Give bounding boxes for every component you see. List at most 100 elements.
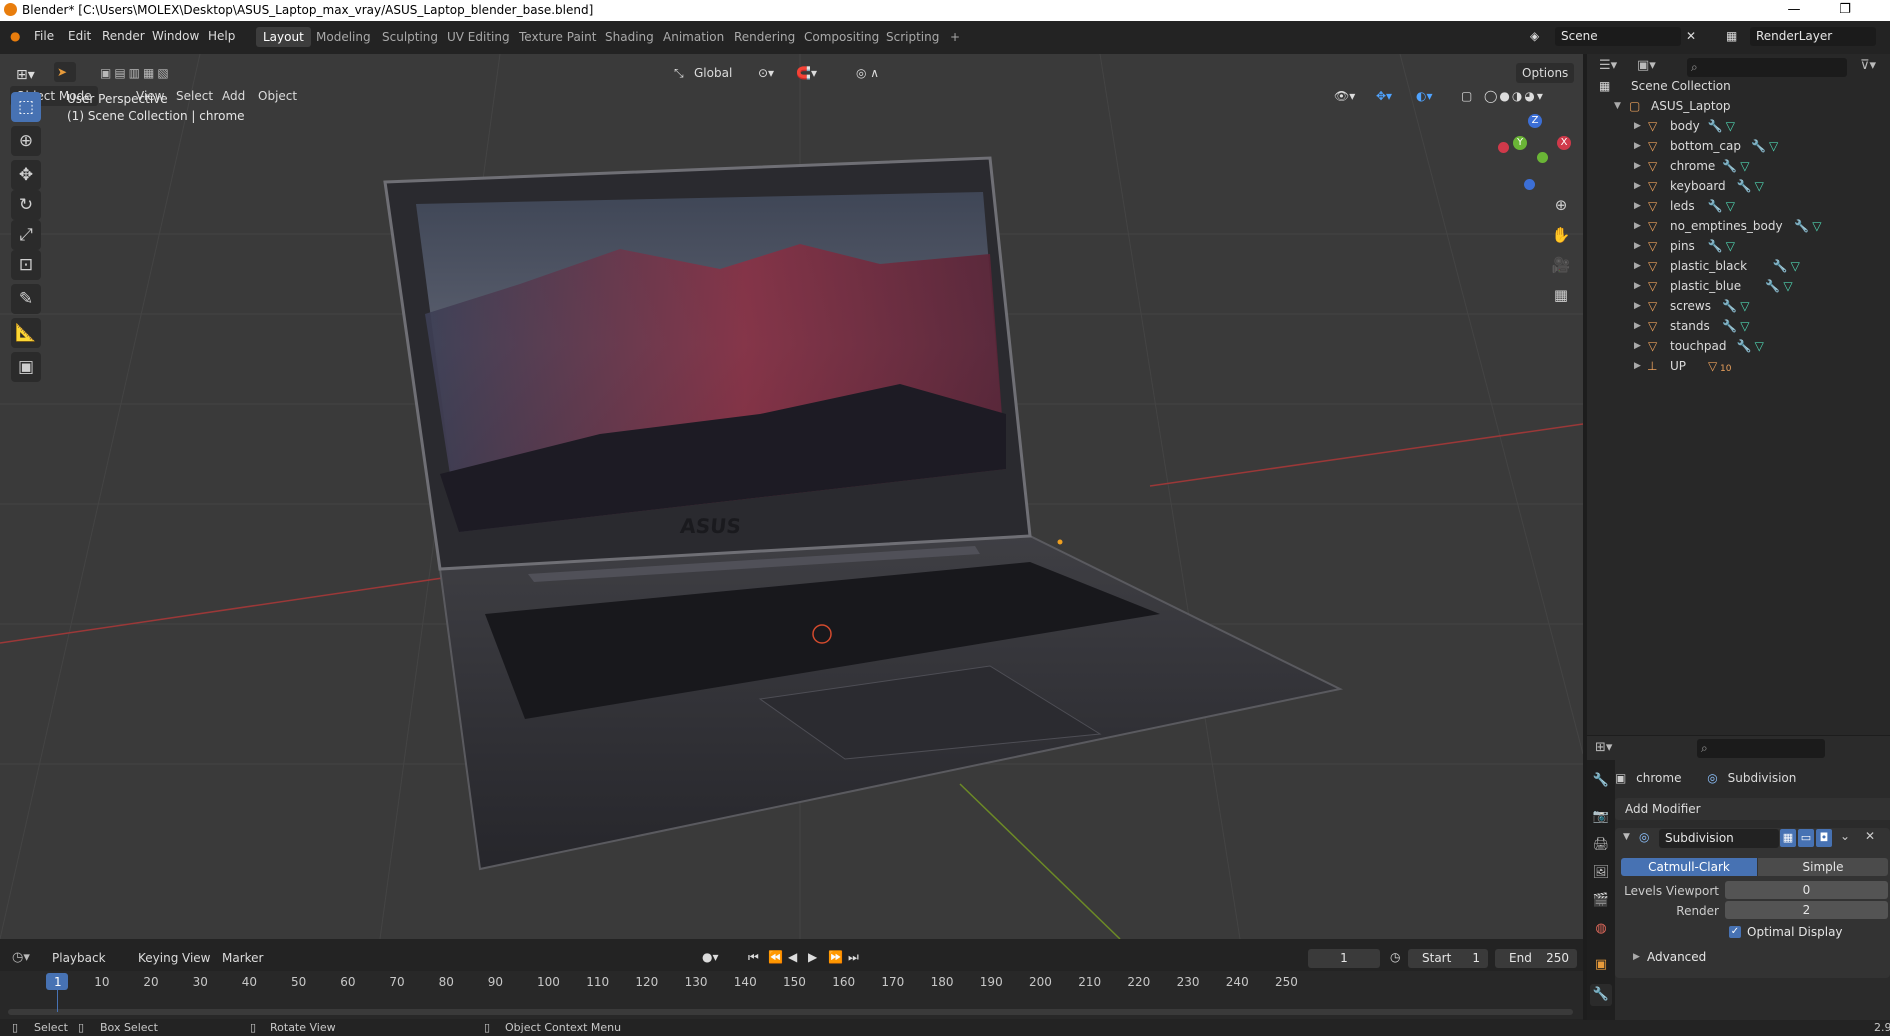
- display-mode-icon[interactable]: ▣▾: [1637, 58, 1656, 73]
- gizmo-z-axis[interactable]: Z: [1528, 114, 1542, 128]
- outliner-item[interactable]: ▶ ▽ plastic_blue 🔧 ▽: [1587, 276, 1890, 296]
- expand-arrow-icon[interactable]: ▶: [1634, 216, 1641, 236]
- add-cube-tool-icon[interactable]: ▣: [11, 352, 41, 382]
- render-tab-icon[interactable]: 📷: [1590, 806, 1612, 828]
- tab-shading[interactable]: Shading: [598, 27, 661, 47]
- world-tab-icon[interactable]: ◍: [1590, 918, 1612, 940]
- expand-arrow-icon[interactable]: ▶: [1634, 176, 1641, 196]
- proportional-edit-icon[interactable]: ◎ ∧: [850, 63, 885, 83]
- navigation-gizmo[interactable]: Z Y X: [1493, 114, 1573, 194]
- mesh-data-icon[interactable]: ▽: [1726, 116, 1735, 136]
- menu-marker[interactable]: Marker: [216, 948, 269, 968]
- expand-arrow-icon[interactable]: ▶: [1634, 296, 1641, 316]
- gizmo-neg-y[interactable]: [1537, 152, 1548, 163]
- menu-add[interactable]: Add: [216, 86, 251, 106]
- modifier-name-input[interactable]: Subdivision: [1659, 829, 1779, 848]
- jump-start-icon[interactable]: ⏮: [748, 950, 759, 965]
- play-icon[interactable]: ▶: [808, 950, 817, 964]
- modifier-wrench-icon[interactable]: 🔧: [1737, 336, 1752, 356]
- expand-arrow-icon[interactable]: ▶: [1634, 136, 1641, 156]
- add-workspace-button[interactable]: +: [943, 27, 967, 47]
- gizmo-neg-z[interactable]: [1524, 179, 1535, 190]
- prev-keyframe-icon[interactable]: ⏪: [768, 950, 783, 964]
- select-tool-icon[interactable]: ➤: [54, 62, 76, 82]
- modifier-wrench-icon[interactable]: 🔧: [1722, 156, 1737, 176]
- tab-layout[interactable]: Layout: [256, 27, 311, 47]
- mesh-data-icon[interactable]: ▽: [1726, 196, 1735, 216]
- levels-viewport-field[interactable]: 0: [1725, 881, 1888, 899]
- mesh-data-icon[interactable]: ▽: [1769, 136, 1778, 156]
- outliner-item[interactable]: ▶ ▽ chrome 🔧 ▽: [1587, 156, 1890, 176]
- transform-tool-icon[interactable]: ⊡: [11, 250, 41, 280]
- menu-render[interactable]: Render: [102, 29, 145, 43]
- advanced-subpanel[interactable]: Advanced: [1647, 950, 1706, 964]
- start-frame-field[interactable]: Start 1: [1408, 949, 1488, 968]
- annotate-tool-icon[interactable]: ✎: [11, 284, 41, 314]
- outliner-editor-icon[interactable]: ☰▾: [1599, 58, 1617, 73]
- measure-tool-icon[interactable]: 📐: [11, 318, 41, 348]
- visibility-icon[interactable]: 👁▾: [1328, 86, 1361, 106]
- record-icon[interactable]: ●▾: [702, 950, 719, 964]
- properties-editor-icon[interactable]: ⊞▾: [1595, 740, 1612, 755]
- tab-sculpting[interactable]: Sculpting: [375, 27, 445, 47]
- expand-arrow-icon[interactable]: ▶: [1634, 156, 1641, 176]
- simple-button[interactable]: Simple: [1758, 858, 1888, 876]
- render-layer-selector[interactable]: RenderLayer: [1750, 27, 1876, 46]
- advanced-expand-icon[interactable]: ▶: [1633, 952, 1640, 962]
- outliner-scene-collection[interactable]: ▦ Scene Collection: [1587, 76, 1890, 96]
- blender-menu-icon[interactable]: ●: [10, 29, 20, 43]
- editmode-toggle-icon[interactable]: ▦: [1780, 829, 1796, 847]
- gizmo-x-axis[interactable]: X: [1557, 136, 1571, 150]
- outliner-item[interactable]: ▶ ▽ screws 🔧 ▽: [1587, 296, 1890, 316]
- modifier-wrench-icon[interactable]: 🔧: [1708, 116, 1723, 136]
- add-modifier-dropdown[interactable]: Add Modifier: [1615, 798, 1890, 820]
- modifier-wrench-icon[interactable]: 🔧: [1737, 176, 1752, 196]
- menu-view-timeline[interactable]: View: [176, 948, 216, 968]
- properties-search-input[interactable]: ⌕: [1697, 739, 1825, 758]
- mesh-data-icon[interactable]: ▽: [1726, 236, 1735, 256]
- modifier-tab-icon[interactable]: 🔧: [1590, 984, 1612, 1006]
- tab-uv-editing[interactable]: UV Editing: [440, 27, 517, 47]
- current-frame-field[interactable]: 1: [1308, 949, 1380, 968]
- move-tool-icon[interactable]: ✥: [11, 160, 41, 190]
- menu-help[interactable]: Help: [208, 29, 235, 43]
- outliner-item[interactable]: ▶ ▽ body 🔧 ▽: [1587, 116, 1890, 136]
- modifier-wrench-icon[interactable]: 🔧: [1708, 196, 1723, 216]
- modifier-wrench-icon[interactable]: 🔧: [1765, 276, 1780, 296]
- gizmo-y-axis[interactable]: Y: [1513, 136, 1527, 150]
- pivot-icon[interactable]: ⊙▾: [752, 63, 780, 83]
- view-layer-tab-icon[interactable]: 🖼: [1590, 862, 1612, 884]
- render-toggle-icon[interactable]: ◘: [1816, 829, 1832, 847]
- jump-end-icon[interactable]: ⏭: [848, 950, 859, 965]
- mesh-data-icon[interactable]: ▽: [1812, 216, 1821, 236]
- mesh-data-icon[interactable]: ▽: [1740, 296, 1749, 316]
- next-keyframe-icon[interactable]: ⏩: [828, 950, 843, 964]
- remove-modifier-icon[interactable]: ✕: [1865, 829, 1875, 843]
- overlay-toggle-icon[interactable]: ◐▾: [1410, 86, 1439, 106]
- gizmo-toggle-icon[interactable]: ✥▾: [1370, 86, 1398, 106]
- scale-tool-icon[interactable]: ⤢: [11, 220, 41, 250]
- optimal-display-checkbox[interactable]: ✓: [1729, 926, 1741, 938]
- expand-arrow-icon[interactable]: ▶: [1634, 356, 1641, 376]
- end-frame-field[interactable]: End 250: [1495, 949, 1577, 968]
- tab-modeling[interactable]: Modeling: [309, 27, 378, 47]
- viewport-toggle-icon[interactable]: ▭: [1798, 829, 1814, 847]
- panel-collapse-icon[interactable]: ▼: [1623, 832, 1630, 842]
- mesh-data-icon[interactable]: ▽: [1783, 276, 1792, 296]
- outliner-item[interactable]: ▶ ▽ stands 🔧 ▽: [1587, 316, 1890, 336]
- outliner-item[interactable]: ▶ ▽ no_emptines_body 🔧 ▽: [1587, 216, 1890, 236]
- scene-tab-icon[interactable]: 🎬: [1590, 890, 1612, 912]
- expand-arrow-icon[interactable]: ▶: [1634, 116, 1641, 136]
- mesh-data-icon[interactable]: ▽: [1791, 256, 1800, 276]
- outliner-search-input[interactable]: ⌕: [1687, 58, 1847, 77]
- expand-arrow-icon[interactable]: ▶: [1634, 196, 1641, 216]
- expand-arrow-icon[interactable]: ▶: [1634, 316, 1641, 336]
- menu-window[interactable]: Window: [152, 29, 199, 43]
- tab-compositing[interactable]: Compositing: [797, 27, 886, 47]
- mesh-data-icon[interactable]: ▽: [1755, 336, 1764, 356]
- outliner-item[interactable]: ▶ ▽ touchpad 🔧 ▽: [1587, 336, 1890, 356]
- mesh-data-icon[interactable]: ▽: [1740, 156, 1749, 176]
- tab-scripting[interactable]: Scripting: [879, 27, 946, 47]
- snap-icon[interactable]: 🧲▾: [790, 63, 823, 83]
- expand-arrow-icon[interactable]: ▶: [1634, 276, 1641, 296]
